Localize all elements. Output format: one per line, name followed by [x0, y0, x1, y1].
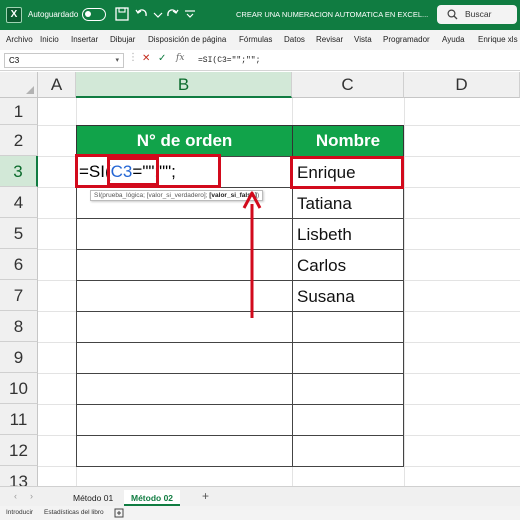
- sheet-tabs-bar: ‹ › Método 01 Método 02 +: [0, 486, 520, 506]
- menu-insertar[interactable]: Insertar: [71, 35, 98, 44]
- menu-formulas[interactable]: Fórmulas: [239, 35, 272, 44]
- menu-disposicion[interactable]: Disposición de página: [148, 35, 226, 44]
- menu-programador[interactable]: Programador: [383, 35, 430, 44]
- menu-datos[interactable]: Datos: [284, 35, 305, 44]
- menu-inicio[interactable]: Inicio: [40, 35, 59, 44]
- redo-icon[interactable]: [164, 5, 180, 23]
- row-header-11[interactable]: 11: [0, 404, 38, 435]
- row-header-1[interactable]: 1: [0, 98, 38, 125]
- row-header-3[interactable]: 3: [0, 156, 38, 187]
- menu-bar: Archivo Inicio Insertar Dibujar Disposic…: [0, 30, 520, 50]
- row-header-2[interactable]: 2: [0, 125, 38, 156]
- undo-icon[interactable]: [134, 5, 150, 23]
- annotation-arrow-icon: [242, 191, 262, 318]
- menu-revisar[interactable]: Revisar: [316, 35, 343, 44]
- select-all-corner[interactable]: [0, 72, 38, 98]
- table-cell[interactable]: [292, 311, 404, 343]
- row-header-13[interactable]: 13: [0, 466, 38, 486]
- menu-vista[interactable]: Vista: [354, 35, 372, 44]
- search-box[interactable]: Buscar: [437, 5, 517, 24]
- menu-ayuda[interactable]: Ayuda: [442, 35, 465, 44]
- search-icon: [447, 9, 458, 20]
- formula-input[interactable]: =SI(C3="";"";: [198, 56, 260, 65]
- autosave-label: Autoguardado: [28, 10, 79, 19]
- menu-dibujar[interactable]: Dibujar: [110, 35, 135, 44]
- chevron-left-icon[interactable]: ‹: [14, 491, 17, 501]
- chevron-down-icon[interactable]: ▾: [115, 54, 119, 67]
- cell-c5[interactable]: Lisbeth: [297, 225, 352, 245]
- function-tooltip: SI(prueba_lógica; [valor_si_verdadero]; …: [90, 190, 264, 201]
- cancel-icon[interactable]: ✕: [142, 53, 150, 64]
- chevron-right-icon[interactable]: ›: [30, 491, 33, 501]
- table-cell[interactable]: [292, 373, 404, 405]
- excel-logo-icon: X: [6, 7, 22, 23]
- cell-c6[interactable]: Carlos: [297, 256, 346, 276]
- status-mode: Introducir: [6, 509, 34, 516]
- column-header-b[interactable]: B: [76, 72, 292, 98]
- status-bar: Introducir Estadísticas del libro: [0, 506, 520, 520]
- add-sheet-icon[interactable]: +: [202, 489, 209, 503]
- accessibility-icon[interactable]: [114, 508, 124, 518]
- table-cell[interactable]: [292, 404, 404, 436]
- status-workbook-stats[interactable]: Estadísticas del libro: [44, 509, 104, 516]
- annotation-box-name: [290, 156, 404, 189]
- row-header-6[interactable]: 6: [0, 249, 38, 280]
- more-options-icon[interactable]: ⋮: [128, 52, 138, 63]
- row-header-4[interactable]: 4: [0, 187, 38, 218]
- row-header-7[interactable]: 7: [0, 280, 38, 311]
- name-box-value: C3: [9, 56, 20, 65]
- tooltip-args: SI(prueba_lógica; [valor_si_verdadero];: [94, 192, 210, 199]
- column-header-a[interactable]: A: [38, 72, 76, 98]
- table-header-order[interactable]: N° de orden: [76, 125, 293, 157]
- column-header-d[interactable]: D: [404, 72, 520, 98]
- gridline: [404, 98, 405, 486]
- enter-icon[interactable]: ✓: [158, 53, 166, 64]
- document-title: CREAR UNA NUMERACION AUTOMATICA EN EXCEL…: [236, 10, 429, 19]
- annotation-box-reference: [107, 157, 159, 186]
- name-box[interactable]: C3 ▾: [4, 53, 124, 68]
- cell-c7[interactable]: Susana: [297, 287, 355, 307]
- menu-enrique-xls[interactable]: Enrique xls: [478, 35, 518, 44]
- table-header-name[interactable]: Nombre: [292, 125, 404, 157]
- customize-toolbar-icon[interactable]: [182, 5, 198, 23]
- sheet-tab-metodo-01[interactable]: Método 01: [66, 490, 120, 506]
- table-cell[interactable]: [76, 435, 293, 467]
- row-header-9[interactable]: 9: [0, 342, 38, 373]
- table-cell[interactable]: [76, 342, 293, 374]
- row-header-12[interactable]: 12: [0, 435, 38, 466]
- menu-archivo[interactable]: Archivo: [6, 35, 33, 44]
- table-cell[interactable]: [292, 435, 404, 467]
- column-header-c[interactable]: C: [292, 72, 404, 98]
- table-cell[interactable]: [76, 404, 293, 436]
- autosave-toggle[interactable]: [82, 8, 106, 21]
- search-label: Buscar: [465, 9, 492, 19]
- fx-icon[interactable]: fx: [176, 53, 184, 63]
- spreadsheet-grid: A B C D 1 2 3 4 5 6 7 8 9 10 11 12 13 N°…: [0, 72, 520, 486]
- row-header-10[interactable]: 10: [0, 373, 38, 404]
- cell-c4[interactable]: Tatiana: [297, 194, 352, 214]
- table-cell[interactable]: [76, 373, 293, 405]
- formula-bar: C3 ▾ ⋮ ✕ ✓ fx =SI(C3="";"";: [0, 50, 520, 71]
- save-icon[interactable]: [114, 5, 130, 23]
- title-bar: X Autoguardado CREAR UNA NUMERACION AUTO…: [0, 0, 520, 30]
- row-header-5[interactable]: 5: [0, 218, 38, 249]
- sheet-tab-metodo-02[interactable]: Método 02: [124, 490, 181, 506]
- table-cell[interactable]: [292, 342, 404, 374]
- row-header-8[interactable]: 8: [0, 311, 38, 342]
